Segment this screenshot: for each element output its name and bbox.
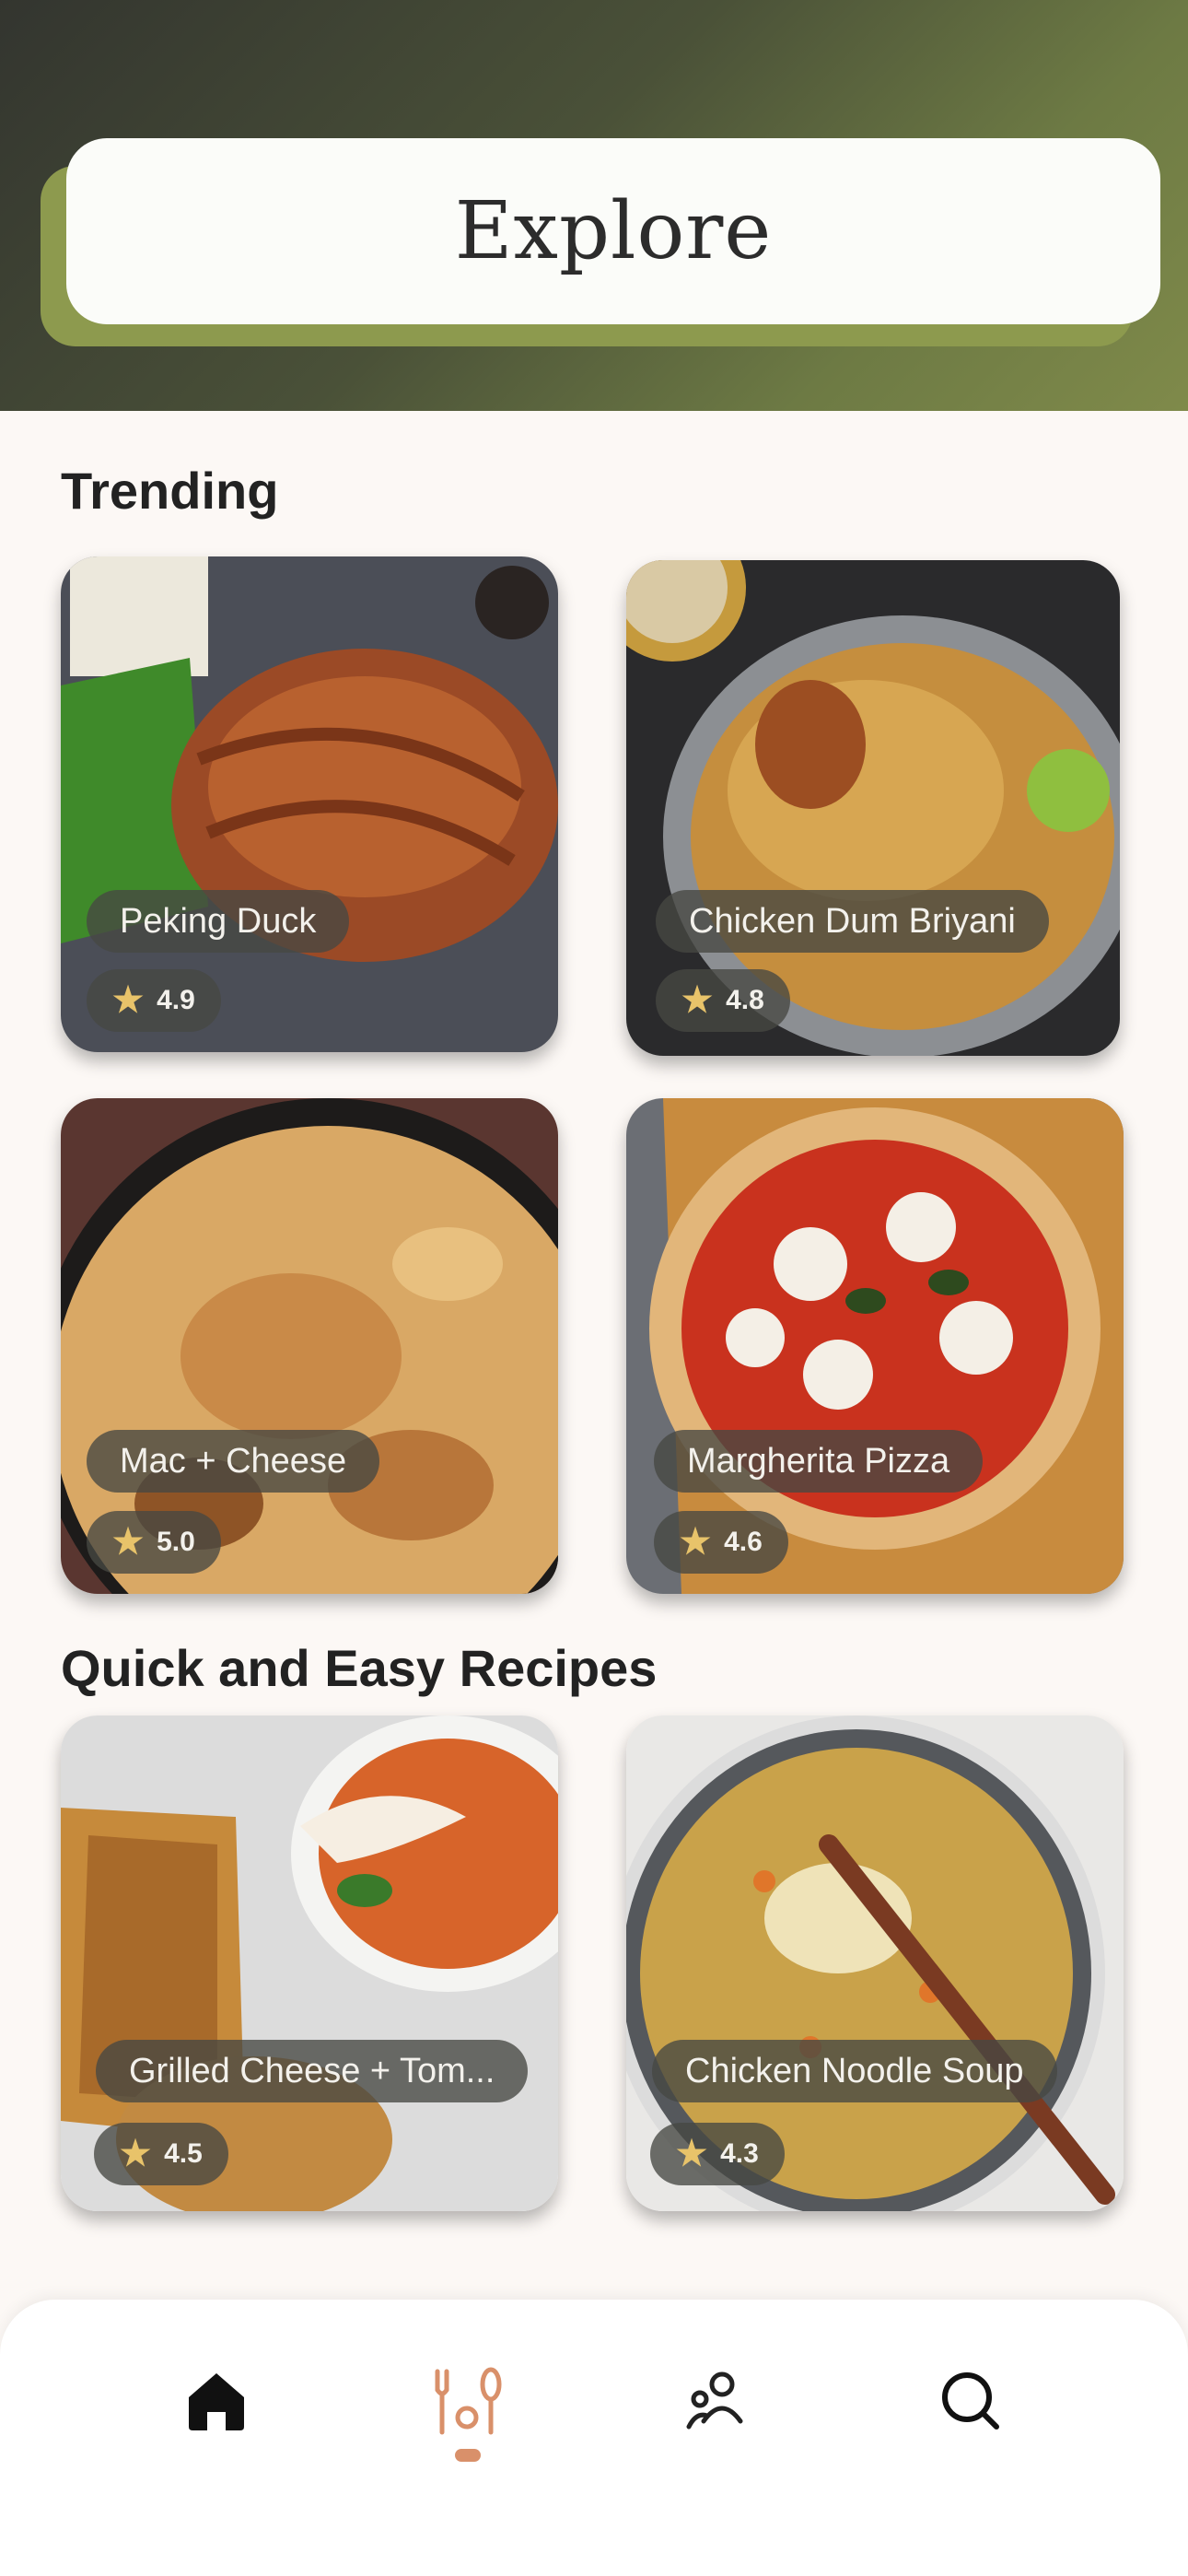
recipe-card[interactable]: Peking Duck ★ 4.9 — [61, 556, 558, 1052]
rating-value: 5.0 — [157, 1527, 195, 1557]
rating-value: 4.8 — [726, 985, 764, 1015]
recipe-name: Chicken Dum Briyani — [689, 901, 1016, 941]
rating-value: 4.9 — [157, 985, 195, 1015]
recipe-name: Chicken Noodle Soup — [685, 2051, 1024, 2090]
recipe-name: Mac + Cheese — [120, 1441, 347, 1481]
rating-badge: ★ 4.6 — [654, 1511, 788, 1574]
star-icon: ★ — [681, 981, 714, 1020]
recipe-name-pill: Chicken Noodle Soup — [652, 2040, 1057, 2102]
bottom-nav — [0, 2300, 1188, 2576]
recipe-name-pill: Chicken Dum Briyani — [656, 890, 1049, 953]
recipe-name-pill: Grilled Cheese + Tom... — [96, 2040, 529, 2102]
rating-badge: ★ 4.3 — [650, 2123, 785, 2185]
recipe-card[interactable]: Chicken Noodle Soup ★ 4.3 — [626, 1715, 1124, 2211]
recipe-name: Margherita Pizza — [687, 1441, 950, 1481]
home-icon — [189, 2373, 244, 2430]
recipe-card[interactable]: Grilled Cheese + Tom... ★ 4.5 — [61, 1715, 558, 2211]
rating-value: 4.5 — [164, 2138, 203, 2169]
page-title: Explore — [454, 185, 773, 277]
star-icon: ★ — [680, 1523, 712, 1562]
rating-badge: ★ 4.5 — [94, 2123, 228, 2185]
title-card: Explore — [66, 138, 1160, 324]
recipe-name: Grilled Cheese + Tom... — [129, 2051, 495, 2090]
recipe-name: Peking Duck — [120, 901, 317, 941]
nav-community[interactable] — [681, 2364, 755, 2438]
recipe-card[interactable]: Mac + Cheese ★ 5.0 — [61, 1098, 558, 1594]
recipe-name-pill: Margherita Pizza — [654, 1430, 984, 1493]
star-icon: ★ — [112, 981, 145, 1020]
recipe-name-pill: Mac + Cheese — [87, 1430, 380, 1493]
rating-badge: ★ 4.9 — [87, 969, 221, 1032]
nav-home[interactable] — [180, 2364, 253, 2438]
rating-badge: ★ 5.0 — [87, 1511, 221, 1574]
utensils-icon — [435, 2367, 502, 2435]
nav-search[interactable] — [934, 2364, 1007, 2438]
recipe-card[interactable]: Margherita Pizza ★ 4.6 — [626, 1098, 1124, 1594]
people-icon — [686, 2371, 743, 2430]
star-icon: ★ — [676, 2135, 708, 2173]
section-title-quick: Quick and Easy Recipes — [61, 1639, 658, 1697]
active-nav-indicator — [455, 2449, 481, 2462]
rating-value: 4.3 — [720, 2138, 759, 2169]
section-title-trending: Trending — [61, 462, 279, 520]
recipe-card[interactable]: Chicken Dum Briyani ★ 4.8 — [626, 560, 1120, 1056]
star-icon: ★ — [120, 2135, 152, 2173]
rating-value: 4.6 — [724, 1527, 763, 1557]
star-icon: ★ — [112, 1523, 145, 1562]
rating-badge: ★ 4.8 — [656, 969, 790, 1032]
recipe-name-pill: Peking Duck — [87, 890, 350, 953]
nav-recipes[interactable] — [430, 2364, 504, 2438]
search-icon — [942, 2372, 999, 2430]
